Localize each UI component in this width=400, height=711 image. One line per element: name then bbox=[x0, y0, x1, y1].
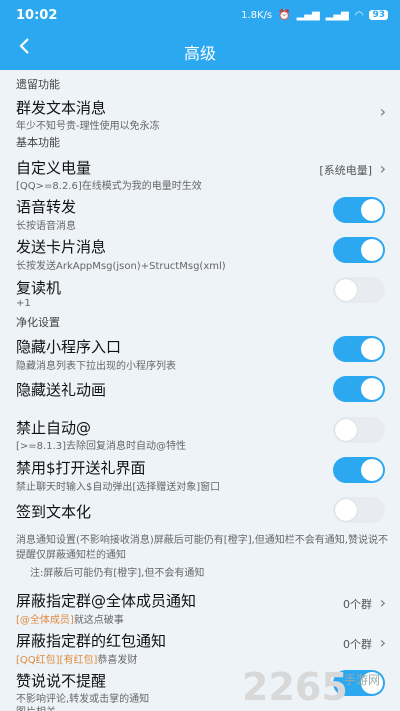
site-watermark: 2265 手游网 bbox=[242, 665, 400, 711]
card-msg-row[interactable]: 发送卡片消息 长按发送ArkAppMsg(json)+StructMsg(xml… bbox=[0, 236, 400, 274]
page-title: 高级 bbox=[183, 44, 216, 63]
block-redpack-desc: 恭喜发财 bbox=[97, 655, 138, 666]
toggle-knob bbox=[361, 199, 383, 221]
card-msg-toggle[interactable] bbox=[333, 237, 385, 263]
hide-mini-row[interactable]: 隐藏小程序入口 隐藏消息列表下拉出现的小程序列表 bbox=[0, 336, 400, 374]
voice-forward-sub: 长按语音消息 bbox=[16, 221, 76, 232]
repeat-toggle[interactable] bbox=[333, 277, 385, 303]
toggle-knob bbox=[361, 459, 383, 481]
repeat-title: 复读机 bbox=[16, 279, 62, 297]
dollar-gift-row[interactable]: 禁用$打开送礼界面 禁止聊天时输入$自动弹出[选择赠送对象]窗口 bbox=[0, 457, 400, 495]
chevron-right-icon: › bbox=[379, 159, 386, 178]
battery-value: [系统电量] bbox=[319, 164, 372, 177]
block-at-all-sub: [@全体成员]就这点破事 bbox=[16, 611, 124, 626]
chevron-right-icon: › bbox=[379, 633, 386, 652]
voice-forward-title: 语音转发 bbox=[16, 198, 77, 216]
sign-text-title: 签到文本化 bbox=[16, 503, 92, 521]
wifi-icon: ◠ bbox=[354, 9, 364, 21]
no-auto-at-row[interactable]: 禁止自动@ [>=8.1.3]去除回复消息时自动@特性 bbox=[0, 416, 400, 456]
alarm-icon: ⏰ bbox=[278, 9, 291, 21]
no-auto-at-toggle[interactable] bbox=[333, 417, 385, 443]
watermark-number: 2265 bbox=[242, 665, 348, 709]
mass-text-title: 群发文本消息 bbox=[16, 99, 107, 117]
block-at-all-value: 0个群 bbox=[343, 598, 372, 611]
section-purify: 净化设置 bbox=[16, 316, 60, 329]
block-redpack-row[interactable]: 屏蔽指定群的红包通知 [QQ红包][有红包]恭喜发财 0个群 › bbox=[0, 630, 400, 668]
watermark-name: 手游网 bbox=[344, 673, 381, 687]
block-redpack-title: 屏蔽指定群的红包通知 bbox=[16, 632, 167, 650]
purify-note: 注:屏蔽后可能仍有[橙字],但不会有通知 bbox=[30, 568, 205, 579]
like-no-notify-cut-text: 图片相关 bbox=[16, 703, 56, 711]
dollar-gift-sub: 禁止聊天时输入$自动弹出[选择赠送对象]窗口 bbox=[16, 482, 221, 493]
block-redpack-tag: [QQ红包][有红包] bbox=[16, 655, 98, 666]
dollar-gift-title: 禁用$打开送礼界面 bbox=[16, 459, 146, 477]
chevron-right-icon: › bbox=[379, 593, 386, 612]
mass-text-row[interactable]: 群发文本消息 年少不知号贵-理性使用以免永冻 › bbox=[0, 96, 400, 134]
toggle-knob bbox=[361, 239, 383, 261]
sign-text-row[interactable]: 签到文本化 bbox=[0, 497, 400, 531]
section-basic: 基本功能 bbox=[16, 136, 60, 149]
hide-gift-row[interactable]: 隐藏送礼动画 bbox=[0, 376, 400, 410]
signal-icon: ▂▄▆ bbox=[296, 9, 320, 21]
battery-row[interactable]: 自定义电量 [QQ>=8.2.6]在线模式为我的电量时生效 [系统电量] › bbox=[0, 156, 400, 194]
block-at-all-desc: 就这点破事 bbox=[73, 615, 124, 626]
no-auto-at-title: 禁止自动@ bbox=[16, 419, 92, 437]
repeat-row[interactable]: 复读机 +1 bbox=[0, 277, 400, 315]
block-redpack-sub: [QQ红包][有红包]恭喜发财 bbox=[16, 651, 137, 666]
block-at-all-title: 屏蔽指定群@全体成员通知 bbox=[16, 592, 197, 610]
hide-mini-title: 隐藏小程序入口 bbox=[16, 338, 122, 356]
hide-gift-title: 隐藏送礼动画 bbox=[16, 381, 107, 399]
section-legacy: 遗留功能 bbox=[16, 78, 60, 91]
hide-mini-toggle[interactable] bbox=[333, 336, 385, 362]
status-time: 10:02 bbox=[16, 7, 58, 23]
sign-text-toggle[interactable] bbox=[333, 497, 385, 523]
battery-icon: 93 bbox=[369, 10, 388, 20]
like-no-notify-title: 赞说说不提醒 bbox=[16, 672, 107, 690]
title-bar: 高级 bbox=[0, 30, 400, 70]
signal-icon-2: ▂▄▆ bbox=[325, 9, 349, 21]
dollar-gift-toggle[interactable] bbox=[333, 457, 385, 483]
status-icons: 1.8K/s ⏰ ▂▄▆ ▂▄▆ ◠ 93 bbox=[241, 10, 388, 21]
toggle-knob bbox=[361, 338, 383, 360]
hide-mini-sub: 隐藏消息列表下拉出现的小程序列表 bbox=[16, 361, 176, 372]
card-msg-sub: 长按发送ArkAppMsg(json)+StructMsg(xml) bbox=[16, 261, 226, 272]
battery-title: 自定义电量 bbox=[16, 159, 92, 177]
toggle-knob bbox=[361, 378, 383, 400]
toggle-knob bbox=[335, 499, 357, 521]
chevron-right-icon: › bbox=[379, 102, 386, 121]
no-auto-at-sub: [>=8.1.3]去除回复消息时自动@特性 bbox=[16, 441, 187, 452]
settings-list[interactable]: 遗留功能 群发文本消息 年少不知号贵-理性使用以免永冻 › 基本功能 自定义电量… bbox=[0, 70, 400, 711]
card-msg-title: 发送卡片消息 bbox=[16, 238, 107, 256]
voice-forward-toggle[interactable] bbox=[333, 197, 385, 223]
hide-gift-toggle[interactable] bbox=[333, 376, 385, 402]
status-bar: 10:02 1.8K/s ⏰ ▂▄▆ ▂▄▆ ◠ 93 bbox=[0, 0, 400, 30]
block-at-all-tag: [@全体成员] bbox=[16, 615, 74, 626]
net-speed: 1.8K/s bbox=[241, 9, 273, 21]
purify-description: 消息通知设置(不影响接收消息)屏蔽后可能仍有[橙字],但通知栏不会有通知,赞说说… bbox=[16, 535, 388, 561]
voice-forward-row[interactable]: 语音转发 长按语音消息 bbox=[0, 196, 400, 234]
toggle-knob bbox=[335, 279, 357, 301]
mass-text-sub: 年少不知号贵-理性使用以免永冻 bbox=[16, 121, 160, 132]
repeat-sub: +1 bbox=[16, 298, 31, 309]
block-at-all-row[interactable]: 屏蔽指定群@全体成员通知 [@全体成员]就这点破事 0个群 › bbox=[0, 590, 400, 628]
toggle-knob bbox=[335, 419, 357, 441]
battery-sub: [QQ>=8.2.6]在线模式为我的电量时生效 bbox=[16, 181, 202, 192]
block-redpack-value: 0个群 bbox=[343, 638, 372, 651]
